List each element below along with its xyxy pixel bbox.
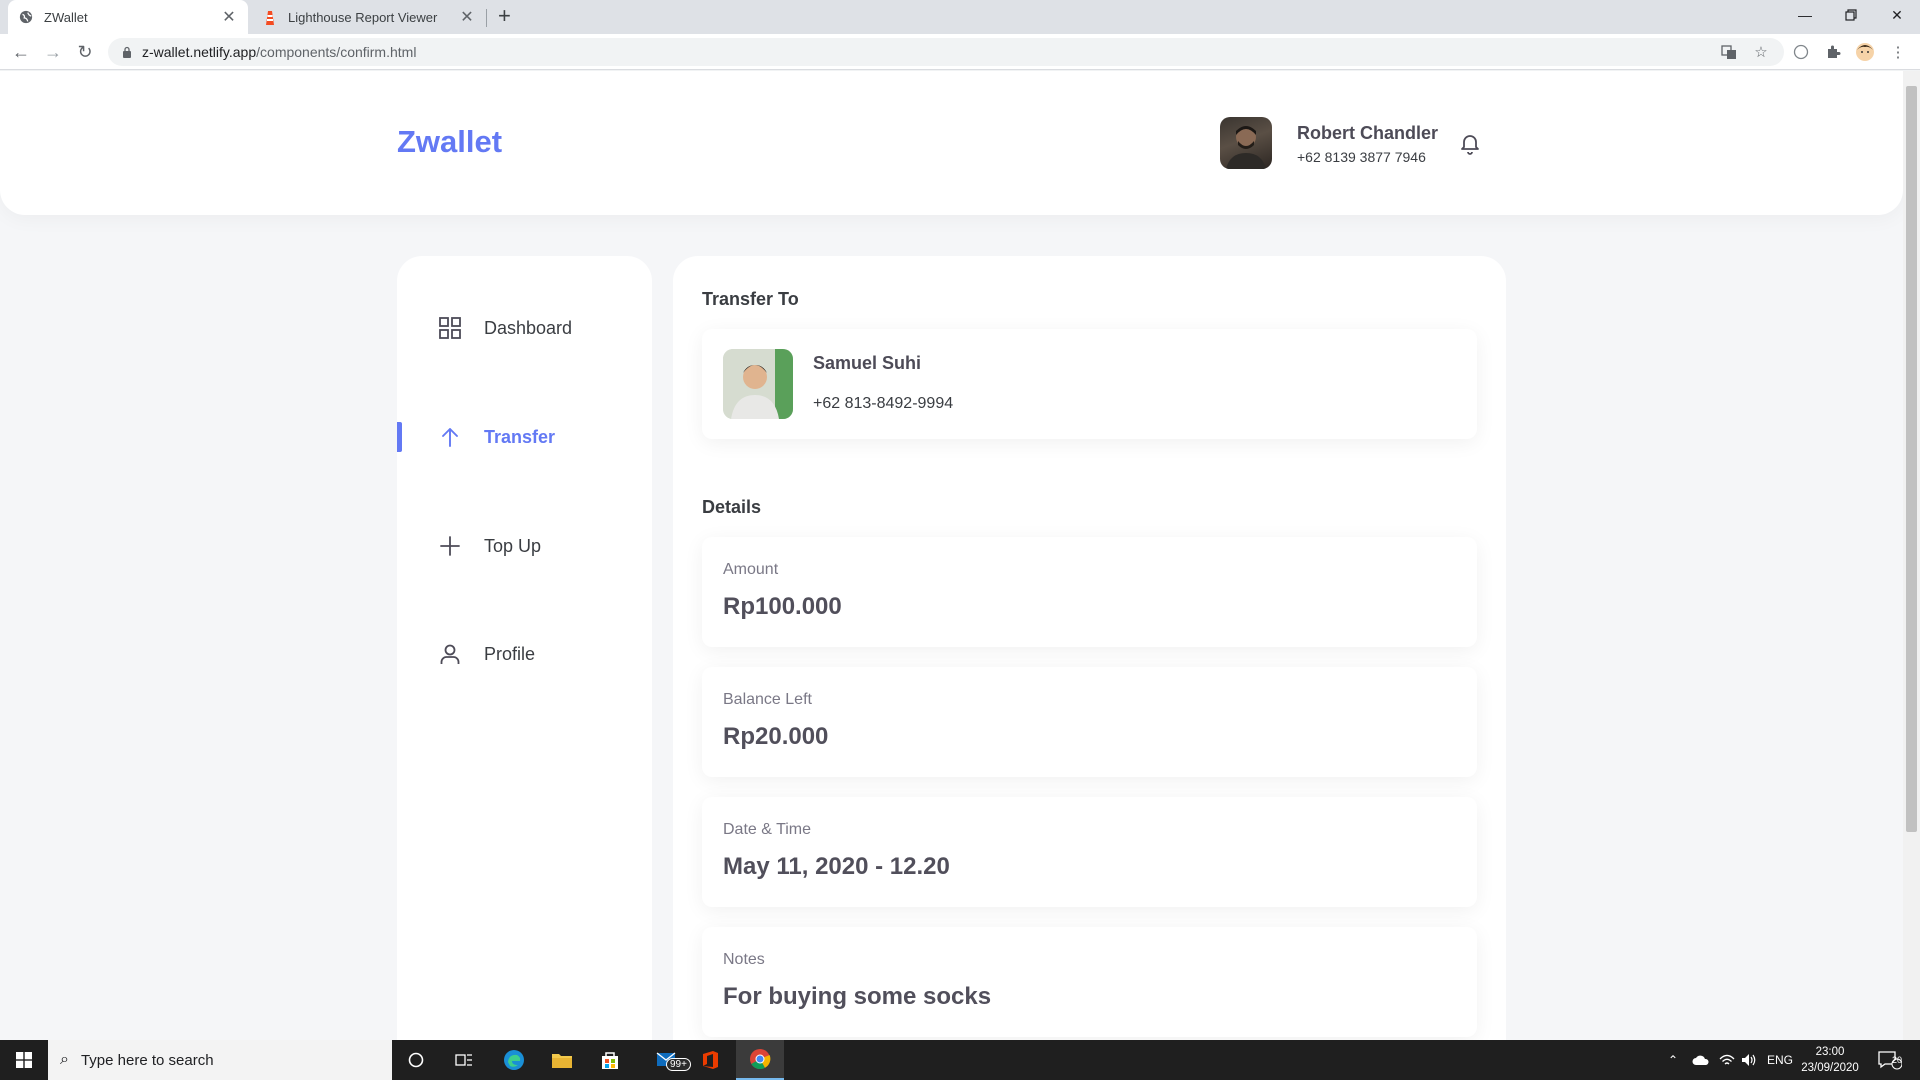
- lighthouse-icon: [262, 9, 278, 25]
- user-avatar[interactable]: [1220, 117, 1272, 169]
- globe-icon: [18, 9, 34, 25]
- detail-label: Balance Left: [723, 691, 812, 708]
- sidebar-item-topup[interactable]: Top Up: [397, 526, 652, 566]
- profile-avatar-icon[interactable]: [1855, 42, 1875, 62]
- detail-label: Amount: [723, 561, 779, 578]
- url-path: /components/confirm.html: [256, 44, 417, 60]
- sidebar-item-label: Transfer: [484, 426, 556, 447]
- close-tab-icon[interactable]: ✕: [220, 7, 238, 27]
- reload-icon[interactable]: ↻: [75, 42, 95, 63]
- detail-card-notes: Notes For buying some socks: [702, 927, 1477, 1037]
- detail-value: Rp100.000: [723, 593, 842, 620]
- detail-card-amount: Amount Rp100.000: [702, 537, 1477, 647]
- translate-icon[interactable]: [1719, 42, 1739, 62]
- chrome-icon[interactable]: [736, 1040, 784, 1080]
- receiver-name: Samuel Suhi: [813, 353, 922, 373]
- puzzle-icon[interactable]: [1823, 42, 1843, 62]
- task-view-icon[interactable]: [440, 1040, 488, 1080]
- receiver-card: Samuel Suhi +62 813-8492-9994: [702, 329, 1477, 439]
- sidebar-item-label: Profile: [484, 643, 536, 664]
- url-host: z-wallet.netlify.app: [142, 44, 257, 60]
- minimize-icon[interactable]: —: [1782, 0, 1828, 30]
- tab-separator: [486, 9, 487, 27]
- receiver-phone: +62 813-8492-9994: [813, 395, 954, 412]
- windows-start-icon[interactable]: [0, 1040, 48, 1080]
- taskbar: ⌕ Type here to search 99+ ⌃ ENG 23:00 23…: [0, 1040, 1920, 1080]
- receiver-avatar: [723, 349, 793, 419]
- store-icon[interactable]: [586, 1040, 634, 1080]
- plus-icon: [437, 533, 463, 559]
- grid-icon: [437, 315, 463, 341]
- wifi-icon[interactable]: [1719, 1040, 1735, 1080]
- office-icon[interactable]: [686, 1040, 734, 1080]
- mail-icon[interactable]: 99+: [644, 1040, 692, 1080]
- sidebar-item-label: Top Up: [484, 535, 542, 556]
- detail-label: Date & Time: [723, 821, 812, 838]
- tab-title: Lighthouse Report Viewer: [288, 9, 438, 25]
- detail-value: Rp20.000: [723, 723, 829, 750]
- detail-value: For buying some socks: [723, 983, 992, 1010]
- scrollbar-thumb[interactable]: [1906, 86, 1917, 832]
- close-window-icon[interactable]: ✕: [1874, 0, 1920, 30]
- brand-logo[interactable]: Zwallet: [397, 124, 502, 160]
- notification-count: 20: [1892, 1055, 1903, 1065]
- web-viewport: Zwallet Robert Chandler +62 8139 3877 79…: [0, 71, 1903, 1040]
- sidebar-item-label: Dashboard: [484, 317, 573, 338]
- clock-date: 23/09/2020: [1801, 1062, 1859, 1074]
- tray-chevron-icon[interactable]: ⌃: [1668, 1040, 1678, 1080]
- new-tab-icon[interactable]: +: [498, 3, 511, 29]
- sidebar-item-transfer[interactable]: Transfer: [397, 417, 652, 457]
- detail-card-datetime: Date & Time May 11, 2020 - 12.20: [702, 797, 1477, 907]
- address-bar[interactable]: z-wallet.netlify.app/components/confirm.…: [108, 38, 1784, 66]
- volume-icon[interactable]: [1741, 1040, 1757, 1080]
- search-icon: ⌕: [60, 1051, 69, 1068]
- detail-value: May 11, 2020 - 12.20: [723, 853, 950, 880]
- browser-tab-strip: ZWallet ✕ Lighthouse Report Viewer ✕ + —…: [0, 0, 1920, 34]
- lock-icon: [123, 46, 131, 58]
- browser-tab-zwallet[interactable]: ZWallet ✕: [8, 0, 248, 34]
- close-tab-icon[interactable]: ✕: [458, 7, 476, 27]
- clock[interactable]: 23:00 23/09/2020: [1786, 1044, 1874, 1076]
- sidebar-item-dashboard[interactable]: Dashboard: [397, 308, 652, 348]
- tab-title: ZWallet: [44, 9, 88, 25]
- detail-card-balance: Balance Left Rp20.000: [702, 667, 1477, 777]
- browser-tab-lighthouse[interactable]: Lighthouse Report Viewer ✕: [252, 0, 486, 34]
- back-icon[interactable]: ←: [11, 42, 31, 63]
- detail-label: Notes: [723, 951, 765, 968]
- main-panel: Transfer To Samuel Suhi +62 813-8492-999…: [673, 256, 1506, 1040]
- site-header: Zwallet Robert Chandler +62 8139 3877 79…: [0, 71, 1903, 215]
- bell-icon[interactable]: [1458, 131, 1482, 155]
- details-title: Details: [702, 497, 762, 517]
- cortana-icon[interactable]: [392, 1040, 440, 1080]
- sidebar: Dashboard Transfer Top Up Profile: [397, 256, 652, 1040]
- extension-face-icon[interactable]: [1791, 42, 1811, 62]
- user-icon: [437, 641, 463, 667]
- file-explorer-icon[interactable]: [538, 1040, 586, 1080]
- clock-time: 23:00: [1815, 1046, 1845, 1058]
- search-placeholder: Type here to search: [80, 1051, 214, 1069]
- onedrive-icon[interactable]: [1692, 1040, 1710, 1080]
- edge-icon[interactable]: [490, 1040, 538, 1080]
- arrow-up-icon: [437, 424, 463, 450]
- transfer-to-title: Transfer To: [702, 289, 799, 309]
- more-menu-icon[interactable]: ⋮: [1888, 42, 1908, 62]
- sidebar-item-profile[interactable]: Profile: [397, 634, 652, 674]
- taskbar-search-box[interactable]: ⌕ Type here to search: [48, 1040, 392, 1080]
- browser-toolbar: ← → ↻ z-wallet.netlify.app/components/co…: [0, 34, 1920, 70]
- star-icon[interactable]: ☆: [1751, 42, 1771, 62]
- user-phone: +62 8139 3877 7946: [1297, 149, 1426, 165]
- user-name: Robert Chandler: [1297, 123, 1439, 143]
- restore-icon[interactable]: [1828, 0, 1874, 30]
- notification-center-icon[interactable]: 20: [1878, 1040, 1902, 1080]
- forward-icon[interactable]: →: [43, 42, 63, 63]
